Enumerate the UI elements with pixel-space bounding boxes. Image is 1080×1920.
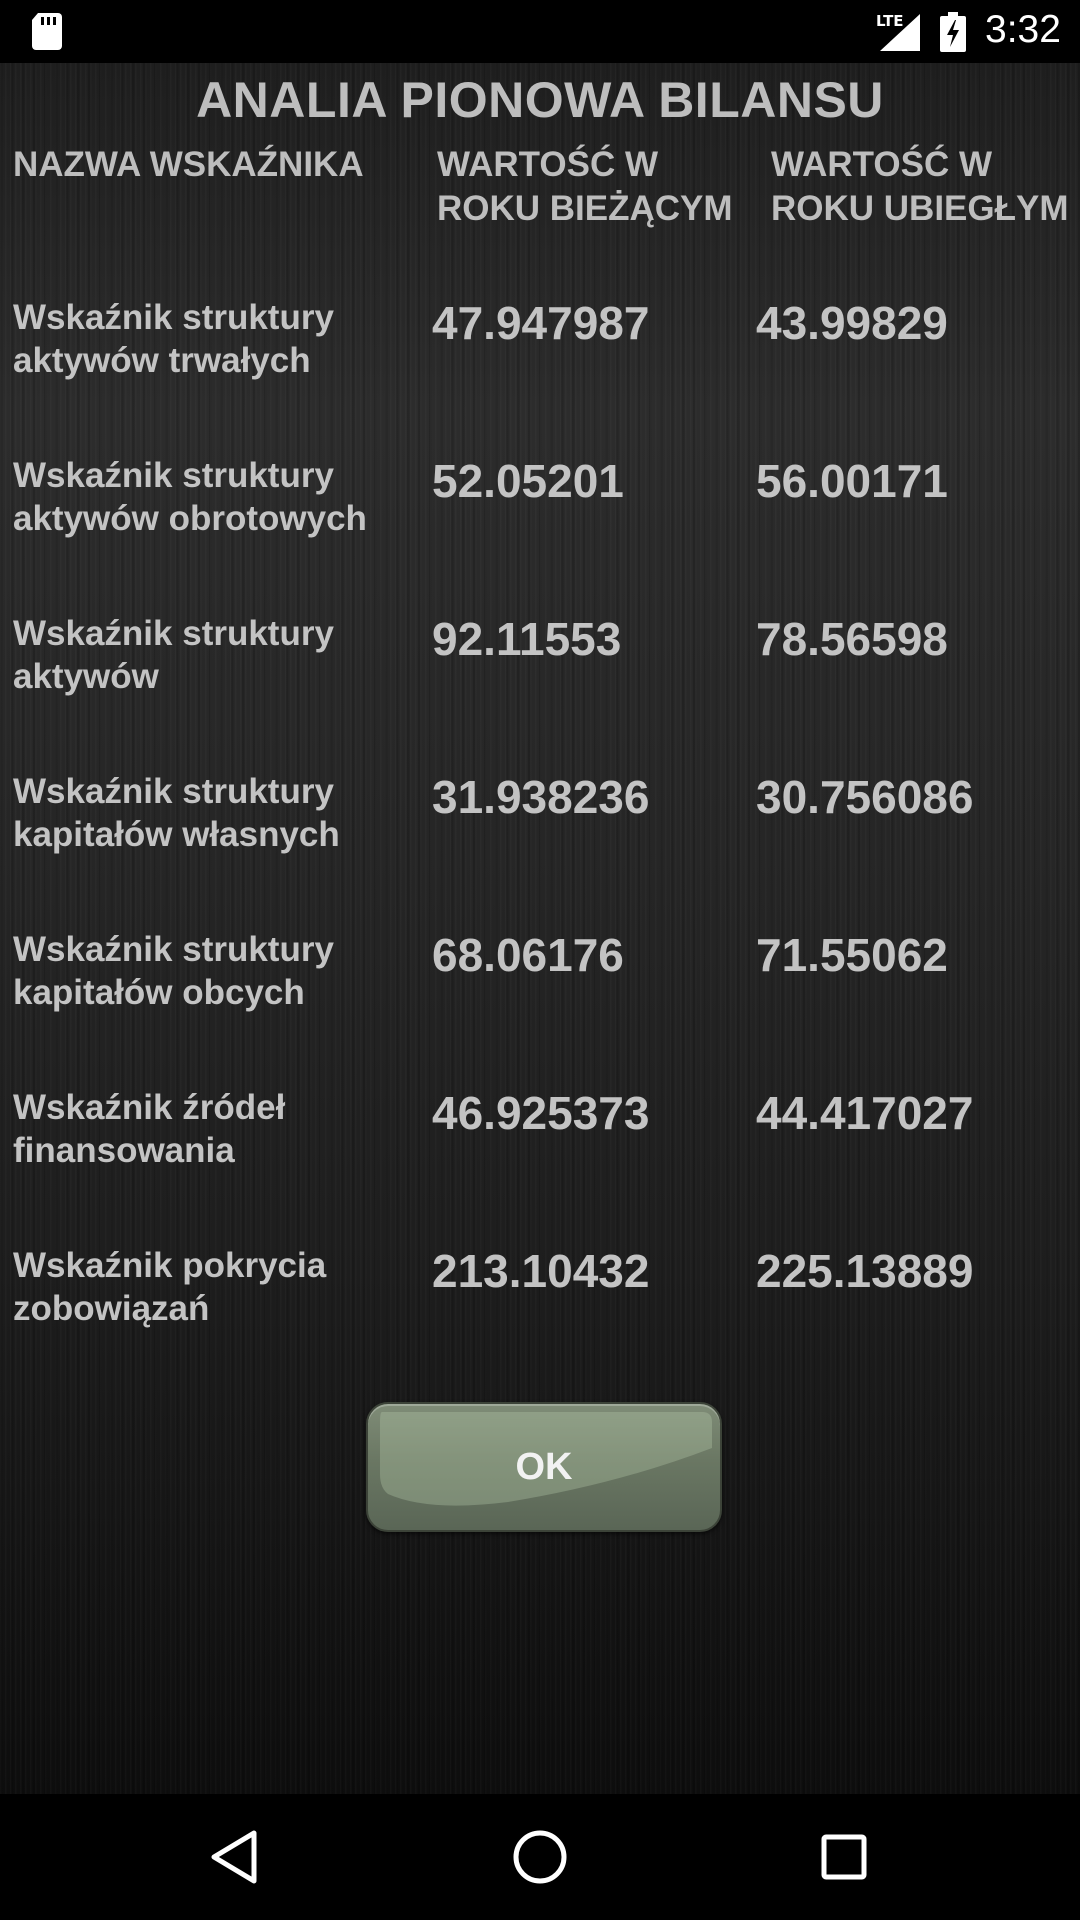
previous-year-value: 56.00171 [756,455,948,507]
indicator-name: Wskaźnik struktury kapitałów obcych [13,930,334,1012]
indicator-name: Wskaźnik struktury aktywów [13,614,334,696]
indicator-name: Wskaźnik źródeł finansowania [13,1088,286,1170]
previous-year-value: 30.756086 [756,771,974,823]
status-bar: LTE 3:32 [0,0,1080,63]
column-header-previous-year: WARTOŚĆ W ROKU UBIEGŁYM [771,145,1069,228]
battery-charging-icon [940,12,966,52]
indicator-name: Wskaźnik struktury kapitałów własnych [13,772,340,854]
recents-icon[interactable] [812,1825,876,1889]
current-year-value: 52.05201 [432,455,624,507]
current-year-value: 47.947987 [432,297,650,349]
status-clock: 3:32 [985,8,1061,51]
current-year-value: 213.10432 [432,1245,650,1297]
current-year-value: 46.925373 [432,1087,650,1139]
page-title: ANALIA PIONOWA BILANSU [196,72,884,128]
sd-card-icon [32,13,62,50]
previous-year-value: 43.99829 [756,297,948,349]
previous-year-value: 78.56598 [756,613,948,665]
navigation-bar [0,1794,1080,1920]
back-icon[interactable] [204,1825,268,1889]
current-year-value: 31.938236 [432,771,650,823]
signal-icon [880,14,920,51]
current-year-value: 92.11553 [432,613,622,665]
main-content: ANALIA PIONOWA BILANSU NAZWA WSKAŹNIKA W… [0,63,1080,1794]
indicator-name: Wskaźnik struktury aktywów trwałych [13,298,334,380]
ok-button-label: OK [515,1446,573,1488]
previous-year-value: 225.13889 [756,1245,974,1297]
indicator-name: Wskaźnik struktury aktywów obrotowych [13,456,367,538]
home-icon[interactable] [508,1825,572,1889]
indicator-name: Wskaźnik pokrycia zobowiązań [13,1246,327,1328]
ok-button[interactable]: OK [366,1402,722,1532]
column-header-current-year: WARTOŚĆ W ROKU BIEŻĄCYM [437,145,733,228]
column-header-name: NAZWA WSKAŹNIKA [13,145,364,184]
previous-year-value: 44.417027 [756,1087,974,1139]
previous-year-value: 71.55062 [756,929,948,981]
current-year-value: 68.06176 [432,929,624,981]
